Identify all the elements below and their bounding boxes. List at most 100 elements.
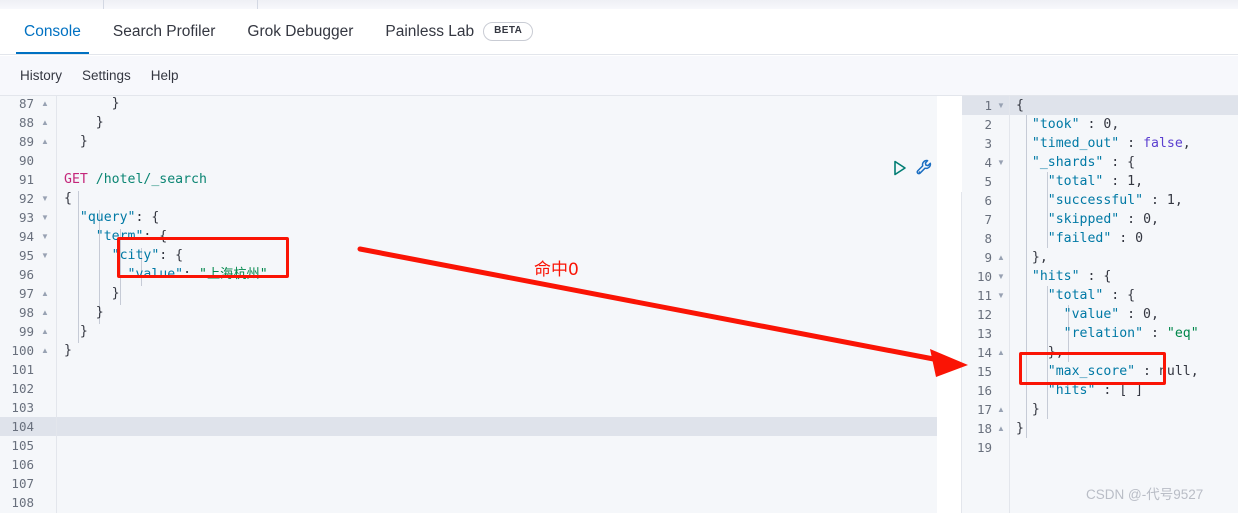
pane-splitter[interactable] (938, 192, 962, 513)
response-fold-down-icon[interactable]: ▼ (996, 153, 1006, 172)
tab-painless-lab[interactable]: Painless Lab BETA (369, 9, 549, 54)
request-line-number: 90 (18, 153, 34, 168)
response-line-number: 18 (976, 421, 992, 436)
response-token (1016, 364, 1048, 379)
request-editor-pane[interactable]: 87 ▲ 88 ▲ 89 ▲ 90 91 92 ▼ 93 ▼ 94 ▼ 95 ▼ 96 97 ▲ 98 ▲ 99 ▲ 100 ▲… (0, 96, 937, 513)
response-fold-down-icon[interactable]: ▼ (996, 286, 1006, 305)
request-line-number: 108 (11, 495, 34, 510)
response-token: } (1016, 402, 1040, 417)
response-code-line: }, (1010, 343, 1064, 362)
request-fold-up-icon[interactable]: ▲ (40, 341, 50, 360)
response-code-line: "total" : 1, (1010, 172, 1143, 191)
request-token: GET (64, 172, 88, 187)
response-token (1016, 383, 1048, 398)
request-line-number: 102 (11, 381, 34, 396)
response-token: : { (1103, 155, 1136, 170)
request-fold-down-icon[interactable]: ▼ (40, 246, 50, 265)
response-code-line: "took" : 0, (1010, 115, 1119, 134)
response-line-number: 11 (976, 288, 992, 303)
request-fold-up-icon[interactable]: ▲ (40, 132, 50, 151)
response-token: null (1158, 364, 1191, 379)
subnav-item-help[interactable]: Help (141, 68, 189, 83)
response-token: "max_score" (1047, 364, 1136, 379)
request-code-area[interactable]: } } } GET /hotel/_search{ "query": { "ter… (57, 96, 937, 513)
response-line-number: 17 (976, 402, 992, 417)
response-fold-up-icon[interactable]: ▲ (996, 400, 1006, 419)
response-fold-down-icon[interactable]: ▼ (996, 267, 1006, 286)
request-code-line: { (57, 189, 72, 208)
tab-search-profiler[interactable]: Search Profiler (97, 9, 232, 54)
request-token: } (64, 324, 88, 339)
response-line-number: 14 (976, 345, 992, 360)
response-code-line: { (1010, 96, 1024, 115)
response-token: : { (1079, 269, 1112, 284)
request-token: "上海杭州" (199, 267, 268, 282)
response-fold-down-icon[interactable]: ▼ (996, 96, 1006, 115)
response-fold-up-icon[interactable]: ▲ (996, 343, 1006, 362)
request-line-number: 88 (18, 115, 34, 130)
response-token: 0 (1135, 231, 1144, 246)
request-token: : (183, 267, 199, 282)
request-token: } (64, 134, 88, 149)
response-token: : (1119, 307, 1144, 322)
beta-badge: BETA (483, 22, 534, 41)
request-line-number: 95 (18, 248, 34, 263)
request-fold-up-icon[interactable]: ▲ (40, 284, 50, 303)
response-token: 0 (1143, 212, 1152, 227)
response-code-line: "hits" : [ ] (1010, 381, 1143, 400)
request-gutter[interactable]: 87 ▲ 88 ▲ 89 ▲ 90 91 92 ▼ 93 ▼ 94 ▼ 95 ▼ 96 97 ▲ 98 ▲ 99 ▲ 100 ▲… (0, 96, 57, 513)
response-token: "timed_out" (1031, 136, 1120, 151)
response-gutter[interactable]: 1 ▼ 2 3 4 ▼ 5 6 7 8 9 ▲ 10 ▼ 11 ▼ 12 13 14 ▲ 15 16 17 ▲ 18 ▲ 19 (962, 96, 1010, 513)
request-fold-up-icon[interactable]: ▲ (40, 96, 50, 113)
response-line-number: 6 (984, 193, 992, 208)
request-code-line: } (57, 132, 88, 151)
tab-console[interactable]: Console (8, 9, 97, 54)
wrench-icon[interactable] (915, 158, 935, 178)
response-token (1016, 212, 1048, 227)
response-token: : (1143, 193, 1167, 208)
response-line-number: 13 (976, 326, 992, 341)
response-fold-up-icon[interactable]: ▲ (996, 248, 1006, 267)
response-code-line: "timed_out" : false, (1010, 134, 1191, 153)
response-token: "total" (1047, 288, 1104, 303)
tab-console-label: Console (24, 23, 81, 40)
response-line-number: 7 (984, 212, 992, 227)
request-fold-down-icon[interactable]: ▼ (40, 189, 50, 208)
response-line-number: 10 (976, 269, 992, 284)
request-fold-down-icon[interactable]: ▼ (40, 208, 50, 227)
subnav-item-settings[interactable]: Settings (72, 68, 141, 83)
response-token (1016, 307, 1064, 322)
request-line-number: 100 (11, 343, 34, 358)
request-fold-up-icon[interactable]: ▲ (40, 113, 50, 132)
response-code-line: "failed" : 0 (1010, 229, 1143, 248)
response-token (1016, 155, 1032, 170)
response-fold-up-icon[interactable]: ▲ (996, 419, 1006, 438)
chrome-tick (257, 0, 258, 9)
request-token: "term" (95, 229, 144, 244)
request-code-line: "value": "上海杭州" (57, 265, 268, 284)
response-editor-pane[interactable]: 1 ▼ 2 3 4 ▼ 5 6 7 8 9 ▲ 10 ▼ 11 ▼ 12 13 14 ▲ 15 16 17 ▲ 18 ▲ 19 { … (962, 96, 1238, 513)
response-token: : (1119, 136, 1144, 151)
request-token (64, 248, 112, 263)
response-token: , (1182, 136, 1191, 151)
request-fold-up-icon[interactable]: ▲ (40, 322, 50, 341)
request-token (64, 229, 96, 244)
tab-grok-debugger[interactable]: Grok Debugger (231, 9, 369, 54)
response-token: "eq" (1166, 326, 1199, 341)
request-code-line: GET /hotel/_search (57, 170, 207, 189)
request-line-number: 103 (11, 400, 34, 415)
response-line-number: 8 (984, 231, 992, 246)
primary-tabbar: Console Search Profiler Grok Debugger Pa… (0, 9, 1238, 55)
subnav-item-history[interactable]: History (10, 68, 72, 83)
request-code-line: } (57, 284, 120, 303)
response-token: "skipped" (1047, 212, 1120, 227)
response-code-line: "skipped" : 0, (1010, 210, 1159, 229)
request-line-number: 99 (18, 324, 34, 339)
request-fold-up-icon[interactable]: ▲ (40, 303, 50, 322)
request-fold-down-icon[interactable]: ▼ (40, 227, 50, 246)
request-line-number: 96 (18, 267, 34, 282)
response-code-line: "_shards" : { (1010, 153, 1135, 172)
play-icon[interactable] (893, 160, 907, 176)
response-code-area[interactable]: { "took" : 0, "timed_out" : false, "_sha… (1010, 96, 1238, 513)
response-code-line: } (1010, 400, 1040, 419)
